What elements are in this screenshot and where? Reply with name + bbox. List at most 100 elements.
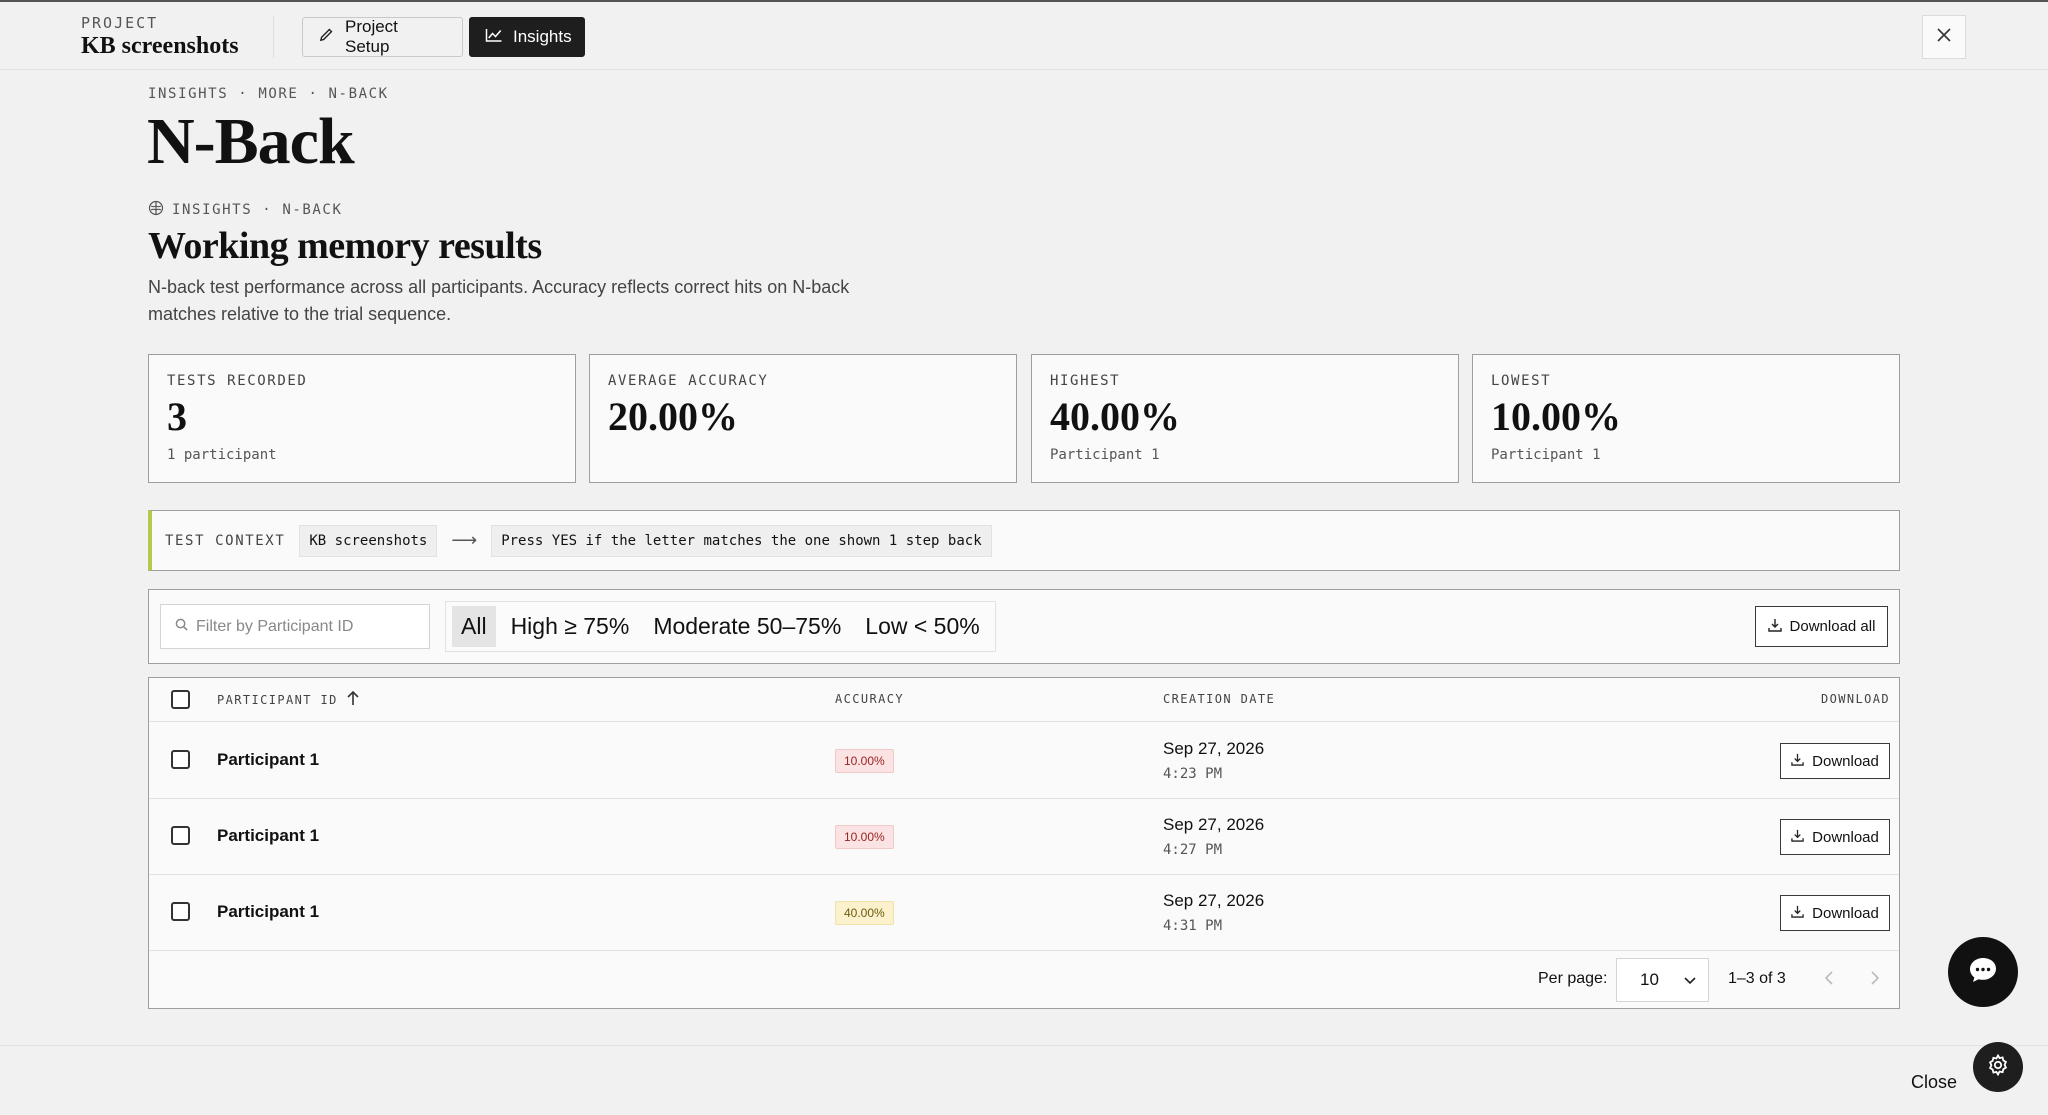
download-icon [1791,905,1804,922]
download-icon [1791,753,1804,770]
project-eyebrow: PROJECT [81,14,159,32]
table-row[interactable]: Participant 1 40.00% Sep 27, 2026 4:31 P… [149,875,1899,951]
row-checkbox[interactable] [171,902,190,921]
context-label: TEST CONTEXT [165,532,286,549]
creation-time: 4:23 PM [1163,766,1223,782]
close-icon [1936,27,1952,48]
creation-date: Sep 27, 2026 [1163,815,1265,834]
chevron-left-icon[interactable] [1824,970,1834,991]
section-description: N-back test performance across all parti… [148,277,850,324]
arrow-icon: ⟶ [451,530,478,550]
participant-id: Participant 1 [217,826,320,845]
segment-moderate[interactable]: Moderate 50–75% [644,606,850,647]
stat-label: AVERAGE ACCURACY [608,373,769,389]
section-eyebrow-label: INSIGHTS · N-BACK [172,202,343,218]
page-title: N-Back [147,105,355,178]
segment-all[interactable]: All [452,606,496,647]
search-icon [175,618,188,636]
segment-high[interactable]: High ≥ 75% [502,606,639,647]
chat-bubble-icon [1968,956,1998,989]
creation-date: Sep 27, 2026 [1163,891,1265,910]
stat-card-average: AVERAGE ACCURACY 20.00% [589,354,1017,483]
stat-sub: 1 participant [167,447,277,463]
breadcrumb: INSIGHTS · MORE · N-BACK [148,86,389,102]
download-button[interactable]: Download [1780,819,1890,855]
top-bar: PROJECT KB screenshots Project Setup Ins… [0,0,2048,70]
per-page-value: 10 [1640,970,1659,989]
download-icon [1791,829,1804,846]
download-all-button[interactable]: Download all [1755,606,1888,647]
stat-value: 20.00% [608,394,738,439]
creation-time: 4:27 PM [1163,842,1223,858]
stat-label: TESTS RECORDED [167,373,308,389]
participant-id: Participant 1 [217,750,320,769]
context-instruction-chip: Press YES if the letter matches the one … [491,524,992,557]
stat-value: 10.00% [1491,394,1621,439]
segment-low[interactable]: Low < 50% [856,606,988,647]
tab-insights-label: Insights [513,27,572,46]
accuracy-filter-segments: All High ≥ 75% Moderate 50–75% Low < 50% [445,601,996,652]
participant-id: Participant 1 [217,902,320,921]
close-button[interactable] [1922,15,1966,59]
table-row[interactable]: Participant 1 10.00% Sep 27, 2026 4:23 P… [149,723,1899,799]
accuracy-badge: 40.00% [835,901,894,925]
stat-sub: Participant 1 [1050,447,1160,463]
chevron-right-icon[interactable] [1870,970,1880,991]
per-page-select[interactable]: 10 [1616,958,1709,1002]
sort-ascending-icon [346,690,360,709]
creation-date: Sep 27, 2026 [1163,739,1265,758]
stat-card-lowest: LOWEST 10.00% Participant 1 [1472,354,1900,483]
close-link[interactable]: Close [1911,1072,1957,1093]
table-header: PARTICIPANT ID ACCURACY CREATION DATE DO… [149,678,1899,722]
chat-button[interactable] [1948,937,2018,1007]
creation-time: 4:31 PM [1163,918,1223,934]
section-title: Working memory results [148,225,542,267]
brain-icon [148,200,164,220]
bottom-bar [0,1045,2048,1115]
download-button[interactable]: Download [1780,895,1890,931]
participant-search-input[interactable]: Filter by Participant ID [160,604,430,649]
stat-value: 40.00% [1050,394,1180,439]
gear-icon [1986,1053,2010,1082]
select-all-checkbox[interactable] [171,690,190,709]
stat-label: LOWEST [1491,373,1552,389]
test-context: TEST CONTEXT KB screenshots ⟶ Press YES … [148,510,1900,571]
column-participant-id[interactable]: PARTICIPANT ID [217,690,360,709]
stat-value: 3 [167,394,187,439]
download-label: Download [1812,828,1879,846]
settings-button[interactable] [1973,1042,2023,1092]
row-checkbox[interactable] [171,826,190,845]
stat-label: HIGHEST [1050,373,1121,389]
search-placeholder: Filter by Participant ID [196,617,354,635]
column-accuracy[interactable]: ACCURACY [835,692,904,706]
column-download: DOWNLOAD [1821,692,1890,706]
stat-card-tests: TESTS RECORDED 3 1 participant [148,354,576,483]
download-label: Download [1812,752,1879,770]
context-project-chip: KB screenshots [299,524,438,557]
tab-project-setup-label: Project Setup [345,17,398,56]
divider [273,16,274,58]
column-participant-id-label: PARTICIPANT ID [217,692,338,707]
stat-card-highest: HIGHEST 40.00% Participant 1 [1031,354,1459,483]
download-all-label: Download all [1789,618,1876,635]
section-eyebrow: INSIGHTS · N-BACK [148,200,343,220]
pencil-icon [318,26,335,48]
results-table: PARTICIPANT ID ACCURACY CREATION DATE DO… [148,677,1900,1009]
filter-bar: Filter by Participant ID All High ≥ 75% … [148,589,1900,664]
row-checkbox[interactable] [171,750,190,769]
download-label: Download [1812,904,1879,922]
column-creation-date[interactable]: CREATION DATE [1163,692,1275,706]
per-page-label: Per page: [1538,970,1608,987]
accuracy-badge: 10.00% [835,749,894,773]
chevron-down-icon [1684,970,1696,990]
accuracy-badge: 10.00% [835,825,894,849]
download-button[interactable]: Download [1780,743,1890,779]
download-icon [1767,618,1782,636]
pagination-range: 1–3 of 3 [1728,970,1786,987]
tab-insights[interactable]: Insights [469,17,585,57]
tab-project-setup[interactable]: Project Setup [302,17,463,57]
project-name: KB screenshots [81,33,239,59]
table-row[interactable]: Participant 1 10.00% Sep 27, 2026 4:27 P… [149,799,1899,875]
line-chart-icon [485,27,503,48]
stat-sub: Participant 1 [1491,447,1601,463]
